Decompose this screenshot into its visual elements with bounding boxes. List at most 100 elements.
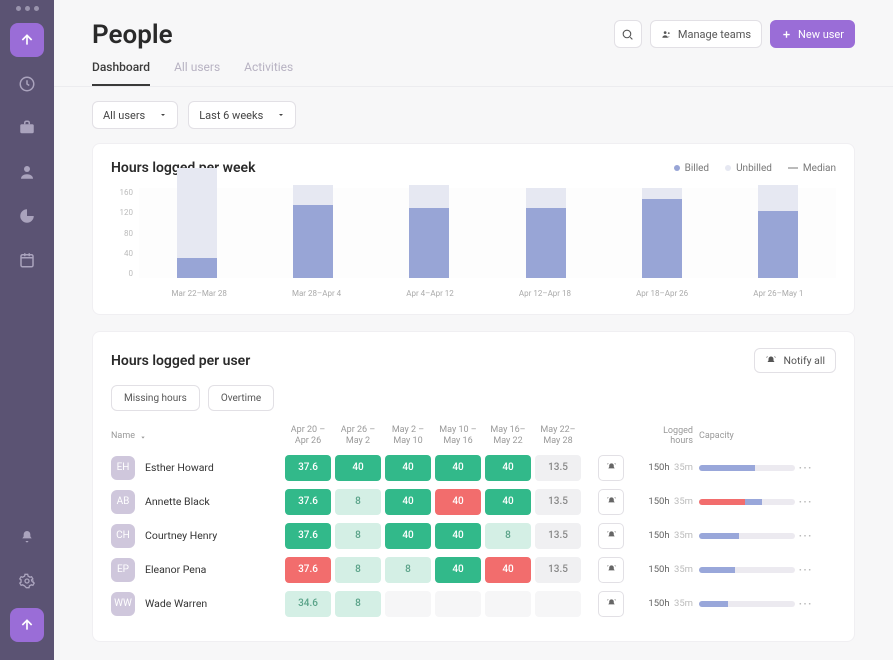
tab-all-users[interactable]: All users xyxy=(174,60,220,86)
nav-reports[interactable] xyxy=(10,199,44,233)
hours-cell: 40 xyxy=(435,557,481,583)
row-menu-button[interactable]: ⋯ xyxy=(795,460,815,476)
hours-cell: 8 xyxy=(385,557,431,583)
hours-cell xyxy=(385,591,431,617)
sort-icon xyxy=(139,432,147,440)
hours-cell xyxy=(485,591,531,617)
user-cell[interactable]: EP Eleanor Pena xyxy=(111,558,283,582)
col-week: Apr 26 –May 2 xyxy=(333,425,383,447)
nav-footer-tile[interactable] xyxy=(10,608,44,642)
card-hours-per-user: Hours logged per user Notify all Missing… xyxy=(92,331,855,642)
chevron-down-icon xyxy=(277,111,285,119)
user-cell[interactable]: WWWade Warren xyxy=(111,592,283,616)
hours-cell: 40 xyxy=(435,523,481,549)
col-week: Apr 20 –Apr 26 xyxy=(283,425,333,447)
user-name: Wade Warren xyxy=(145,597,207,610)
col-week: May 22–May 28 xyxy=(533,425,583,447)
hours-cell: 13.5 xyxy=(535,489,581,515)
user-name: Eleanor Pena xyxy=(145,563,206,576)
notify-user-button[interactable] xyxy=(598,557,624,583)
clock-icon xyxy=(18,75,36,93)
legend-billed: Billed xyxy=(685,163,709,174)
col-week: May 16–May 22 xyxy=(483,425,533,447)
table-body: EHEsther Howard37.64040404013.5150h 35m⋯… xyxy=(111,455,836,617)
bell-ring-icon xyxy=(606,598,617,609)
filter-range[interactable]: Last 6 weeks xyxy=(188,101,296,129)
nav-people[interactable] xyxy=(10,155,44,189)
hours-cell: 40 xyxy=(385,489,431,515)
logged-hours: 150h 35m xyxy=(639,462,699,473)
hours-cell: 8 xyxy=(335,591,381,617)
row-menu-button[interactable]: ⋯ xyxy=(795,596,815,612)
table-row: WWWade Warren34.68150h 35m⋯ xyxy=(111,591,836,617)
calendar-icon xyxy=(18,251,36,269)
user-cell[interactable]: CHCourtney Henry xyxy=(111,524,283,548)
logged-hours: 150h 35m xyxy=(639,564,699,575)
hours-cell: 8 xyxy=(335,557,381,583)
bell-ring-icon xyxy=(606,462,617,473)
bell-ring-icon xyxy=(606,564,617,575)
per-user-title: Hours logged per user xyxy=(111,353,250,369)
hours-cell: 13.5 xyxy=(535,523,581,549)
row-menu-button[interactable]: ⋯ xyxy=(795,528,815,544)
user-cell[interactable]: ABAnnette Black xyxy=(111,490,283,514)
notify-user-button[interactable] xyxy=(598,455,624,481)
chart-y-axis: 16012080400 xyxy=(111,188,139,278)
hours-cell: 37.6 xyxy=(285,455,331,481)
notify-user-button[interactable] xyxy=(598,523,624,549)
user-name: Esther Howard xyxy=(145,461,214,474)
hours-cell xyxy=(535,591,581,617)
hours-cell: 37.6 xyxy=(285,489,331,515)
manage-teams-label: Manage teams xyxy=(678,28,751,41)
briefcase-icon xyxy=(18,119,36,137)
avatar: EP xyxy=(111,558,135,582)
tab-activities[interactable]: Activities xyxy=(244,60,293,86)
hours-cell: 37.6 xyxy=(285,523,331,549)
nav-notifications[interactable] xyxy=(10,520,44,554)
new-user-button[interactable]: New user xyxy=(770,20,855,48)
filter-range-label: Last 6 weeks xyxy=(199,109,263,122)
notify-user-button[interactable] xyxy=(598,489,624,515)
window-controls xyxy=(16,6,39,11)
capacity-bar xyxy=(699,601,795,607)
avatar: AB xyxy=(111,490,135,514)
nav-time[interactable] xyxy=(10,67,44,101)
hours-cell: 40 xyxy=(485,455,531,481)
table-row: EPEleanor Pena37.688404013.5150h 35m⋯ xyxy=(111,557,836,583)
notify-user-button[interactable] xyxy=(598,591,624,617)
table-row: ABAnnette Black37.6840404013.5150h 35m⋯ xyxy=(111,489,836,515)
table-header: Name Apr 20 –Apr 26 Apr 26 –May 2 May 2 … xyxy=(111,425,836,447)
hours-cell: 13.5 xyxy=(535,557,581,583)
bell-ring-icon xyxy=(606,496,617,507)
table-row: CHCourtney Henry37.684040813.5150h 35m⋯ xyxy=(111,523,836,549)
user-cell[interactable]: EHEsther Howard xyxy=(111,456,283,480)
pill-overtime[interactable]: Overtime xyxy=(208,385,274,411)
capacity-bar xyxy=(699,533,795,539)
search-button[interactable] xyxy=(614,20,642,48)
capacity-bar xyxy=(699,567,795,573)
col-week: May 2 –May 10 xyxy=(383,425,433,447)
chart-legend: Billed Unbilled Median xyxy=(674,163,836,174)
nav-settings[interactable] xyxy=(10,564,44,598)
notify-all-label: Notify all xyxy=(783,354,825,367)
page-title: People xyxy=(92,20,173,50)
tab-dashboard[interactable]: Dashboard xyxy=(92,60,150,86)
pill-missing-hours[interactable]: Missing hours xyxy=(111,385,200,411)
capacity-bar xyxy=(699,465,795,471)
hours-cell: 8 xyxy=(485,523,531,549)
nav-home[interactable] xyxy=(10,23,44,57)
nav-calendar[interactable] xyxy=(10,243,44,277)
hours-cell: 40 xyxy=(385,455,431,481)
filter-users[interactable]: All users xyxy=(92,101,178,129)
capacity-bar xyxy=(699,499,795,505)
avatar: CH xyxy=(111,524,135,548)
col-name[interactable]: Name xyxy=(111,431,283,441)
row-menu-button[interactable]: ⋯ xyxy=(795,562,815,578)
manage-teams-button[interactable]: Manage teams xyxy=(650,20,762,48)
row-menu-button[interactable]: ⋯ xyxy=(795,494,815,510)
sidebar xyxy=(0,0,54,660)
notify-all-button[interactable]: Notify all xyxy=(754,348,836,373)
chart-bars xyxy=(139,188,836,278)
hours-cell: 40 xyxy=(385,523,431,549)
nav-projects[interactable] xyxy=(10,111,44,145)
